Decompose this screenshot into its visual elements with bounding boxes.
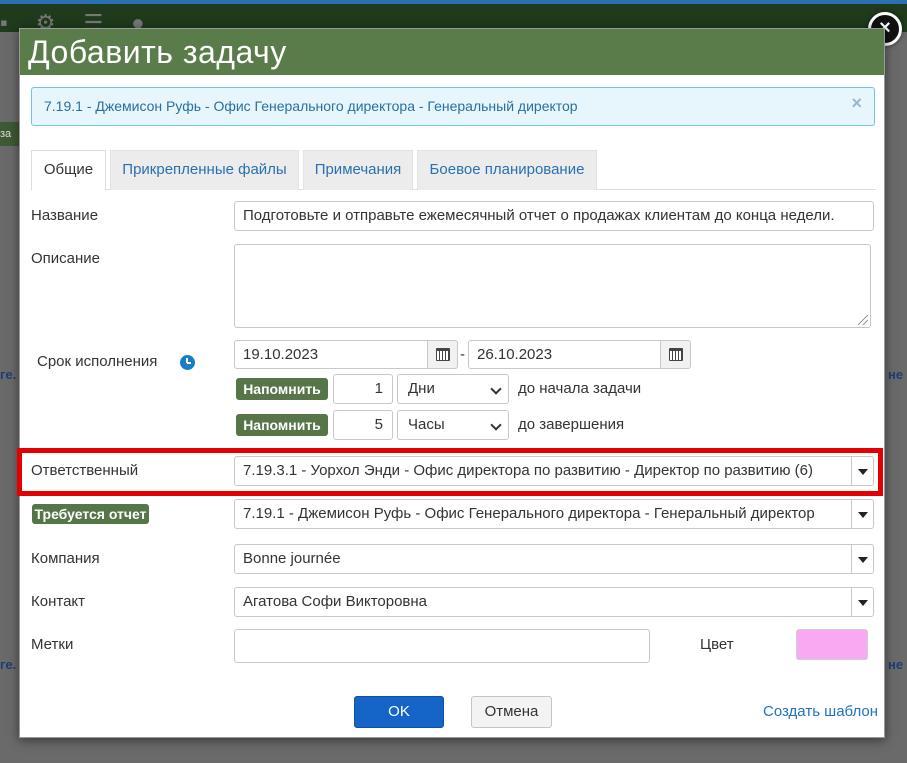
remind-start-suffix: до начала задачи (518, 380, 642, 397)
resize-handle-icon[interactable] (858, 315, 868, 325)
report-required-badge[interactable]: Требуется отчет (32, 504, 149, 524)
contact-select[interactable]: Агатова Софи Викторовна (234, 587, 874, 617)
remind-start-unit-value: Дни (408, 380, 435, 397)
company-label: Компания (31, 550, 100, 567)
color-swatch[interactable] (796, 629, 868, 660)
background-chip: за (0, 122, 20, 146)
clock-icon[interactable] (180, 355, 195, 370)
background-link-left-2: ге. (0, 657, 17, 672)
company-select[interactable]: Bonne journée (234, 544, 874, 574)
responsible-label: Ответственный (31, 462, 139, 479)
dropdown-arrow-icon (851, 500, 873, 528)
background-link-left: ге. (0, 367, 17, 382)
tab-attached-files[interactable]: Прикрепленные файлы (110, 150, 299, 190)
end-date-input[interactable]: 26.10.2023 (468, 340, 661, 369)
tab-general[interactable]: Общие (31, 150, 106, 191)
remind-end-suffix: до завершения (518, 416, 625, 433)
calendar-icon (436, 348, 450, 361)
tags-input[interactable] (234, 629, 650, 663)
tab-bar: Общие Прикрепленные файлы Примечания Бое… (31, 150, 876, 191)
report-recipient-value: 7.19.1 - Джемисон Руфь - Офис Генерально… (243, 505, 815, 522)
background-stripe (0, 0, 907, 4)
ok-button[interactable]: OK (354, 696, 444, 728)
remind-button-end[interactable]: Напомнить (236, 414, 328, 436)
remind-end-amount-input[interactable]: 5 (333, 410, 393, 440)
calendar-icon (669, 348, 683, 361)
remind-start-amount-input[interactable]: 1 (333, 374, 393, 404)
color-label: Цвет (700, 636, 734, 653)
responsible-value: 7.19.3.1 - Уорхол Энди - Офис директора … (243, 462, 813, 479)
alert-close-icon[interactable]: × (851, 85, 862, 122)
alert-text: 7.19.1 - Джемисон Руфь - Офис Генерально… (44, 98, 578, 114)
description-label: Описание (31, 250, 101, 267)
create-template-link[interactable]: Создать шаблон (763, 703, 878, 720)
tags-label: Метки (31, 636, 74, 653)
dialog-title: Добавить задачу (20, 29, 884, 75)
dropdown-arrow-icon (851, 545, 873, 573)
chevron-down-icon (490, 419, 502, 431)
start-date-input[interactable]: 19.10.2023 (234, 340, 428, 369)
chevron-down-icon (490, 383, 502, 395)
remind-end-unit-select[interactable]: Часы (397, 410, 509, 440)
description-textarea[interactable] (234, 244, 871, 328)
name-label: Название (31, 207, 99, 224)
contact-value: Агатова Софи Викторовна (243, 593, 428, 610)
add-task-dialog: Добавить задачу 7.19.1 - Джемисон Руфь -… (17, 28, 885, 738)
remind-button-start[interactable]: Напомнить (236, 378, 328, 400)
start-date-calendar-button[interactable] (428, 340, 458, 369)
responsible-select[interactable]: 7.19.3.1 - Уорхол Энди - Офис директора … (234, 456, 874, 486)
contact-label: Контакт (31, 593, 86, 610)
dropdown-arrow-icon (851, 457, 873, 485)
info-alert: 7.19.1 - Джемисон Руфь - Офис Генерально… (31, 87, 875, 126)
end-date-calendar-button[interactable] (661, 340, 691, 369)
dropdown-arrow-icon (851, 588, 873, 616)
cancel-button[interactable]: Отмена (471, 696, 552, 728)
company-value: Bonne journée (243, 550, 341, 567)
remind-end-unit-value: Часы (408, 416, 445, 433)
background-link-right-2: не (888, 657, 904, 672)
name-input[interactable]: Подготовьте и отправьте ежемесячный отче… (234, 201, 874, 231)
date-separator: - (460, 346, 465, 363)
tab-battle-planning[interactable]: Боевое планирование (417, 150, 597, 190)
report-recipient-select[interactable]: 7.19.1 - Джемисон Руфь - Офис Генерально… (234, 499, 874, 529)
background-link-right: не (888, 367, 904, 382)
deadline-label: Срок исполнения (37, 353, 158, 370)
remind-start-unit-select[interactable]: Дни (397, 374, 509, 404)
tab-notes[interactable]: Примечания (303, 150, 413, 190)
